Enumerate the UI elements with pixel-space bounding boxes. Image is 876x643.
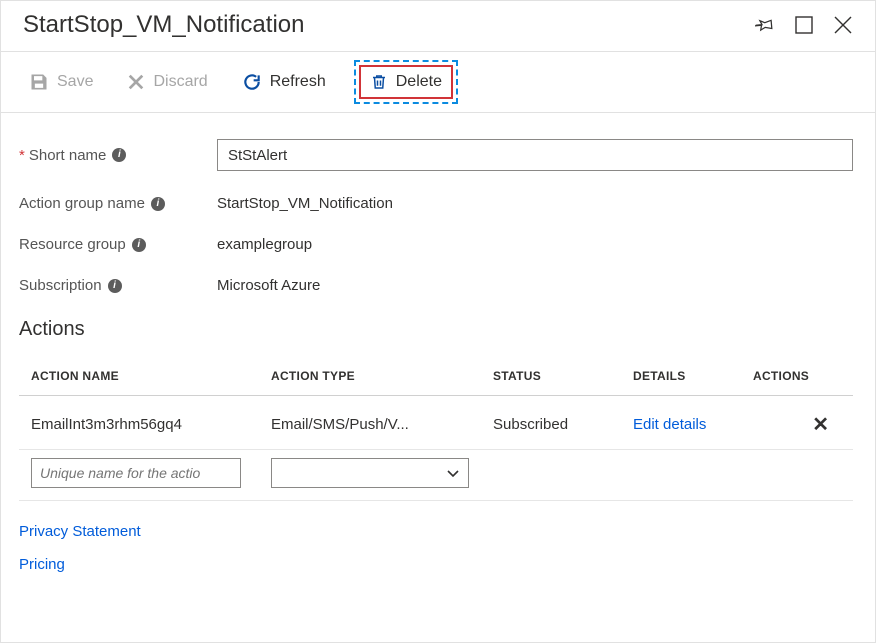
new-action-name-input[interactable] bbox=[31, 458, 241, 488]
col-action-name: ACTION NAME bbox=[19, 359, 259, 396]
new-action-row bbox=[19, 450, 853, 501]
refresh-icon bbox=[242, 72, 262, 92]
trash-icon bbox=[370, 72, 388, 92]
info-icon[interactable]: i bbox=[151, 197, 165, 211]
info-icon[interactable]: i bbox=[132, 238, 146, 252]
discard-button: Discard bbox=[121, 69, 213, 95]
page-title: StartStop_VM_Notification bbox=[23, 11, 304, 39]
short-name-label: *Short name i bbox=[19, 147, 217, 164]
action-group-name-value: StartStop_VM_Notification bbox=[217, 195, 853, 212]
info-icon[interactable]: i bbox=[112, 148, 126, 162]
resource-group-label: Resource group i bbox=[19, 236, 217, 253]
pricing-link[interactable]: Pricing bbox=[19, 556, 857, 573]
action-status-cell: Subscribed bbox=[481, 396, 621, 450]
col-status: STATUS bbox=[481, 359, 621, 396]
refresh-button[interactable]: Refresh bbox=[236, 68, 332, 96]
delete-button[interactable]: Delete bbox=[354, 60, 458, 104]
save-icon bbox=[29, 72, 49, 92]
subscription-label: Subscription i bbox=[19, 277, 217, 294]
delete-row-icon[interactable]: ✕ bbox=[812, 414, 829, 436]
action-name-cell: EmailInt3m3rhm56gq4 bbox=[19, 396, 259, 450]
privacy-link[interactable]: Privacy Statement bbox=[19, 523, 857, 540]
pin-icon[interactable] bbox=[755, 15, 775, 35]
save-button: Save bbox=[23, 68, 99, 96]
info-icon[interactable]: i bbox=[108, 279, 122, 293]
subscription-value: Microsoft Azure bbox=[217, 277, 853, 294]
table-row: EmailInt3m3rhm56gq4 Email/SMS/Push/V... … bbox=[19, 396, 853, 450]
col-action-type: ACTION TYPE bbox=[259, 359, 481, 396]
discard-icon bbox=[127, 73, 145, 91]
maximize-icon[interactable] bbox=[795, 16, 813, 34]
close-icon[interactable] bbox=[833, 15, 853, 35]
action-group-name-label: Action group name i bbox=[19, 195, 217, 212]
resource-group-value: examplegroup bbox=[217, 236, 853, 253]
new-action-type-select[interactable] bbox=[271, 458, 469, 488]
col-details: DETAILS bbox=[621, 359, 741, 396]
chevron-down-icon bbox=[446, 466, 460, 480]
col-actions: ACTIONS bbox=[741, 359, 853, 396]
action-type-cell: Email/SMS/Push/V... bbox=[259, 396, 481, 450]
short-name-input[interactable] bbox=[217, 139, 853, 171]
edit-details-link[interactable]: Edit details bbox=[633, 416, 706, 433]
actions-heading: Actions bbox=[19, 318, 853, 341]
